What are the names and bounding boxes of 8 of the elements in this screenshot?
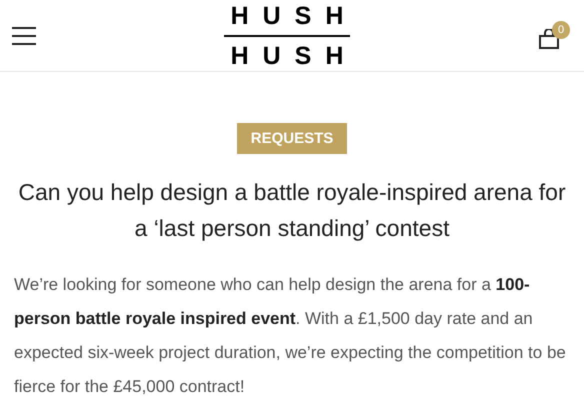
logo[interactable]: HUSH HUSH	[224, 0, 350, 70]
menu-icon[interactable]	[12, 26, 36, 44]
category-tag[interactable]: REQUESTS	[236, 123, 348, 154]
cart-count-badge: 0	[552, 20, 570, 38]
shopping-bag-icon	[538, 28, 560, 48]
article-title: Can you help design a battle royale-inspired arena for a ‘last person standing’ contest	[17, 178, 567, 243]
article-body: We’re looking for someone who can help design the arena for a 100-person battle royale inspired event. With a £1,500 day rate and an expected six-week project duration, we’re expecting the competition to be fierce for the £45,000 contract!	[13, 274, 567, 398]
cart-button[interactable]: 0	[538, 20, 568, 50]
